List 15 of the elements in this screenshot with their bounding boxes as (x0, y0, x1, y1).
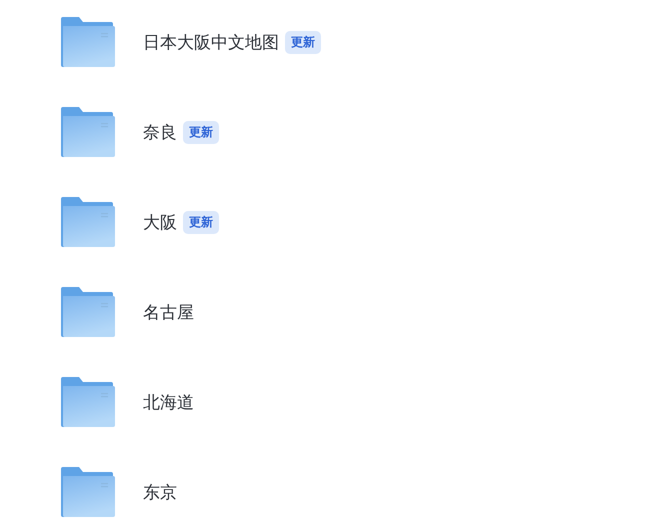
update-badge: 更新 (183, 210, 219, 234)
folder-icon (61, 107, 115, 157)
folder-icon (61, 17, 115, 67)
update-badge: 更新 (183, 120, 219, 144)
folder-name[interactable]: 大阪 (143, 210, 177, 234)
folder-name[interactable]: 奈良 (143, 120, 177, 144)
update-badge: 更新 (285, 30, 321, 54)
folder-name[interactable]: 东京 (143, 480, 177, 504)
folder-icon (61, 197, 115, 247)
folder-name[interactable]: 北海道 (143, 390, 194, 414)
folder-icon (61, 467, 115, 517)
folder-name[interactable]: 名古屋 (143, 300, 194, 324)
folder-icon (61, 287, 115, 337)
folder-icon (61, 377, 115, 427)
folder-name[interactable]: 日本大阪中文地图 (143, 30, 279, 54)
